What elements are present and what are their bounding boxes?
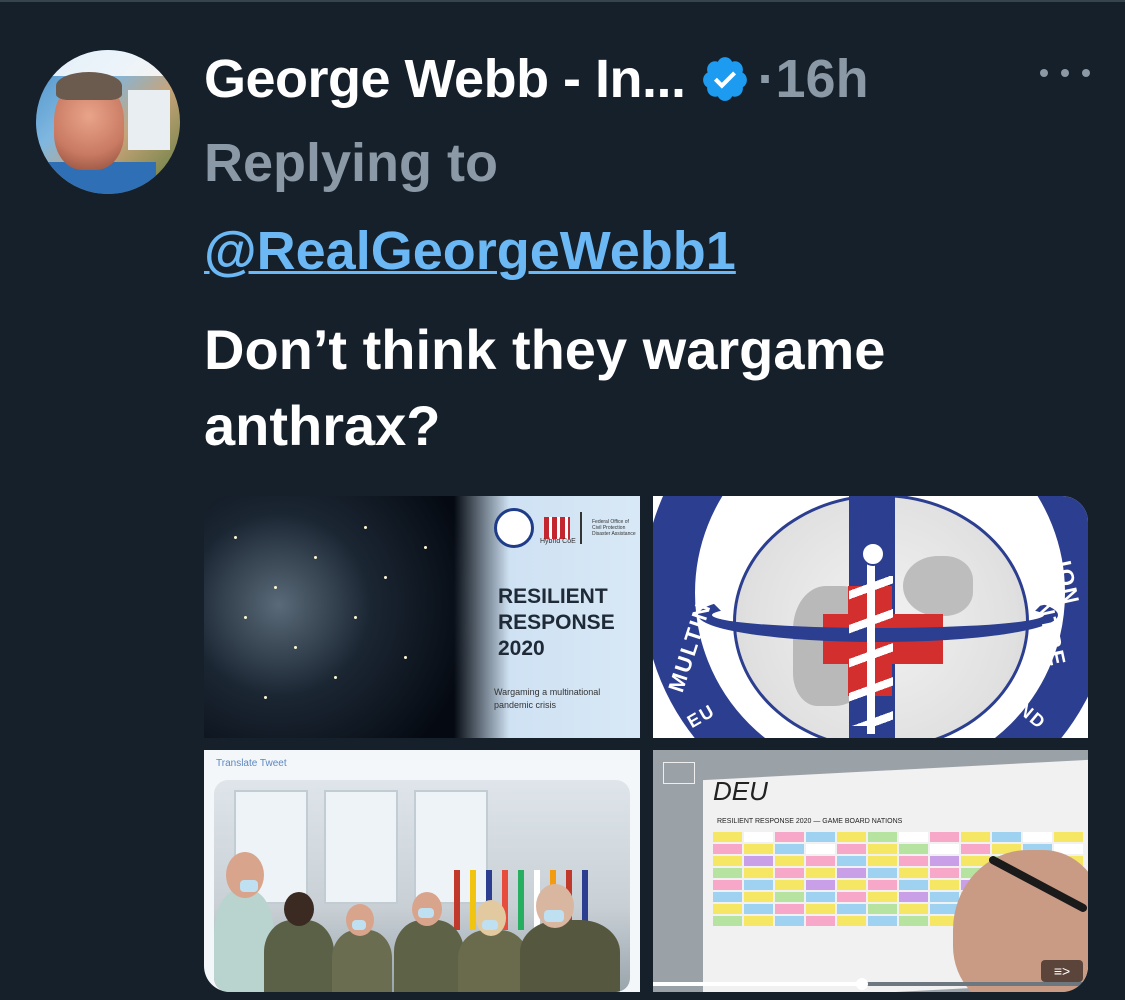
snake-icon xyxy=(849,576,893,726)
face-mask xyxy=(418,908,434,918)
media-image-soldiers[interactable]: Translate Tweet xyxy=(204,750,640,992)
rod-knob xyxy=(861,542,885,566)
ellipsis-dot xyxy=(1061,69,1069,77)
board-subtitle: RESILIENT RESPONSE 2020 — GAME BOARD NAT… xyxy=(717,818,903,825)
person xyxy=(264,920,334,992)
media-image-resilient-response[interactable]: Federal Office of Civil Protection Disas… xyxy=(204,496,640,738)
federal-office-divider xyxy=(580,512,582,544)
author-name[interactable]: George Webb - In... xyxy=(204,48,686,110)
slide-title-line: 2020 xyxy=(498,637,545,660)
expand-video-icon[interactable]: ≡> xyxy=(1041,960,1083,982)
slide-subtitle: Wargaming a multinational pandemic crisi… xyxy=(494,686,600,712)
ellipsis-dot xyxy=(1040,69,1048,77)
eu-flag-icon xyxy=(663,762,695,784)
hybrid-coe-label: Hybrid CoE xyxy=(540,538,576,545)
replying-to-label: Replying to xyxy=(204,133,498,193)
person xyxy=(520,920,620,992)
avatar-building xyxy=(128,90,170,150)
tweet-header: George Webb - In... ·16h xyxy=(204,44,869,114)
hybrid-coe-logo-icon xyxy=(544,517,570,539)
avatar-hair xyxy=(56,72,122,100)
face-mask xyxy=(482,920,498,930)
slide-title-line: RESILIENT xyxy=(498,585,608,608)
person-head xyxy=(476,900,506,936)
avatar[interactable] xyxy=(36,50,180,194)
window xyxy=(414,790,488,904)
slide-title: RESILIENT RESPONSE 2020 xyxy=(498,584,615,662)
slide-title-line: RESPONSE xyxy=(498,611,615,634)
translate-tweet-link: Translate Tweet xyxy=(216,758,287,769)
video-progress-bar[interactable] xyxy=(653,978,1088,990)
face-mask xyxy=(544,910,564,922)
person xyxy=(394,920,464,992)
media-image-emblem[interactable]: MULTINATIO ION CENTRE EU ND xyxy=(653,496,1088,738)
meeting-room-photo xyxy=(214,780,630,992)
media-grid: Federal Office of Civil Protection Disas… xyxy=(204,496,1088,992)
person xyxy=(332,930,392,992)
federal-office-text: Federal Office of Civil Protection Disas… xyxy=(592,519,636,537)
face-mask xyxy=(352,920,366,930)
person-head xyxy=(284,892,314,926)
top-divider xyxy=(0,0,1125,2)
window xyxy=(324,790,398,904)
video-progress-fill xyxy=(653,982,862,986)
ellipsis-dot xyxy=(1082,69,1090,77)
more-options-ellipsis-icon[interactable] xyxy=(1040,58,1090,88)
board-title: DEU xyxy=(713,776,768,806)
person xyxy=(458,930,528,992)
flag xyxy=(518,870,524,930)
avatar-banner xyxy=(36,50,180,76)
slide-subtitle-line: Wargaming a multinational xyxy=(494,687,601,697)
slide-subtitle-line: pandemic crisis xyxy=(494,700,557,710)
tweet-timestamp[interactable]: ·16h xyxy=(758,48,869,110)
video-progress-knob[interactable] xyxy=(855,978,868,990)
media-video-game-board[interactable]: DEU RESILIENT RESPONSE 2020 — GAME BOARD… xyxy=(653,750,1088,992)
flag xyxy=(454,870,460,930)
nato-logo-icon xyxy=(494,508,534,548)
face-mask xyxy=(240,880,258,892)
tweet-text: Don’t think they wargame anthrax? xyxy=(204,318,886,457)
reply-handle-link[interactable]: @RealGeorgeWebb1 xyxy=(204,220,736,282)
flag xyxy=(470,870,476,930)
verified-badge-icon xyxy=(702,57,747,101)
